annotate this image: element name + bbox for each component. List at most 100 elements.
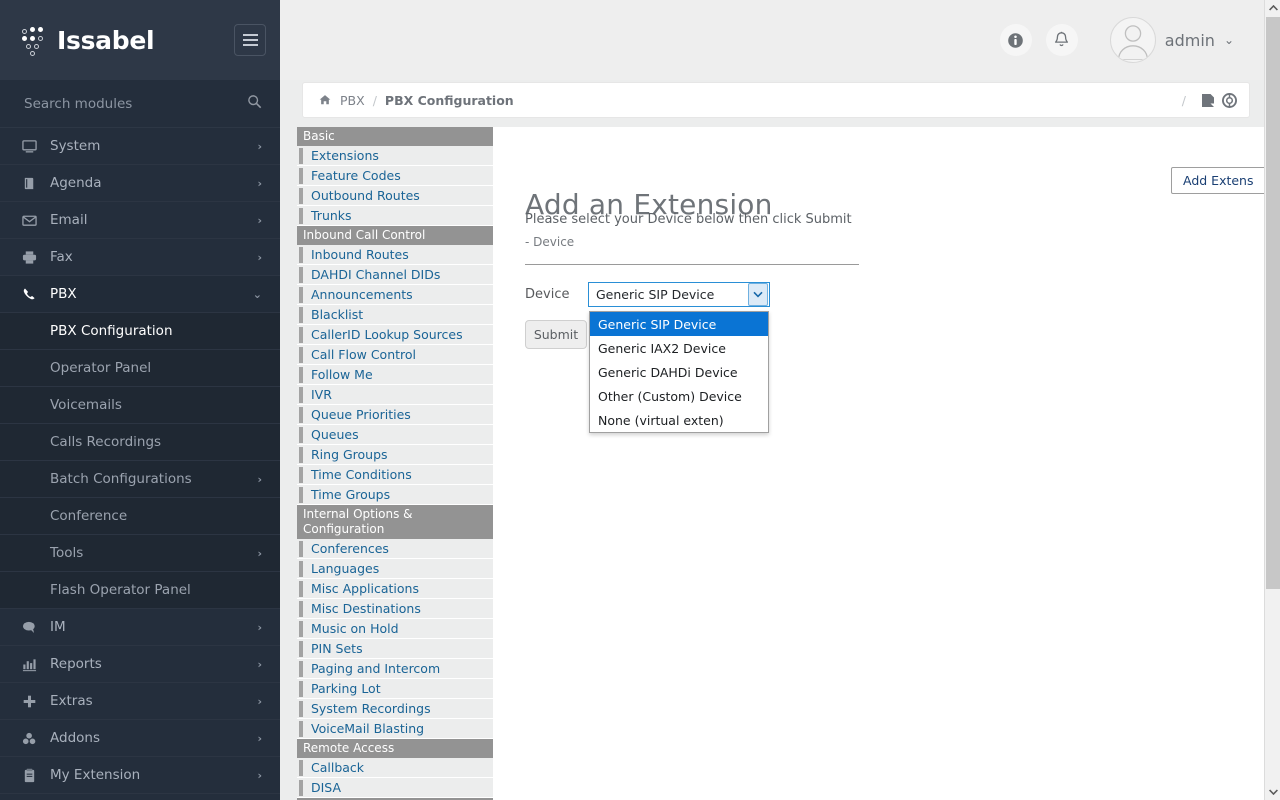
device-option-generic-dahdi-device[interactable]: Generic DAHDi Device <box>590 360 768 384</box>
pbx-menu-link[interactable]: Ring Groups <box>311 447 388 462</box>
pbx-menu-item-queue-priorities[interactable]: Queue Priorities <box>297 405 493 425</box>
pbx-menu-link[interactable]: Call Flow Control <box>311 347 416 362</box>
sidebar-item-pbx-configuration[interactable]: PBX Configuration <box>0 313 280 350</box>
pbx-menu-link[interactable]: Follow Me <box>311 367 373 382</box>
lifebuoy-help-icon[interactable] <box>1222 92 1237 108</box>
sidebar-item-tools[interactable]: Tools › <box>0 535 280 572</box>
pbx-menu-item-inbound-routes[interactable]: Inbound Routes <box>297 245 493 265</box>
pbx-menu-link[interactable]: Time Conditions <box>311 467 412 482</box>
pbx-menu-link[interactable]: Misc Destinations <box>311 601 421 616</box>
pbx-menu-item-time-groups[interactable]: Time Groups <box>297 485 493 505</box>
pbx-menu-link[interactable]: Trunks <box>311 208 352 223</box>
pbx-menu-item-callerid-lookup-sources[interactable]: CallerID Lookup Sources <box>297 325 493 345</box>
pbx-menu-link[interactable]: Time Groups <box>311 487 390 502</box>
pbx-menu-link[interactable]: Queues <box>311 427 359 442</box>
page-scrollbar[interactable] <box>1264 0 1280 800</box>
device-select-options[interactable]: Generic SIP Device Generic IAX2 Device Gen… <box>589 311 769 433</box>
pbx-menu-item-time-conditions[interactable]: Time Conditions <box>297 465 493 485</box>
pbx-menu-item-misc-applications[interactable]: Misc Applications <box>297 579 493 599</box>
sidebar-item-agenda[interactable]: Agenda › <box>0 165 280 202</box>
search-icon[interactable] <box>247 94 262 113</box>
sidebar-item-im[interactable]: IM › <box>0 609 280 646</box>
sidebar-item-operator-panel[interactable]: Operator Panel <box>0 350 280 387</box>
pbx-menu-link[interactable]: CallerID Lookup Sources <box>311 327 463 342</box>
home-icon[interactable] <box>319 94 331 106</box>
pbx-menu-link[interactable]: Misc Applications <box>311 581 419 596</box>
pbx-menu-item-parking-lot[interactable]: Parking Lot <box>297 679 493 699</box>
sidebar-item-calls-recordings[interactable]: Calls Recordings <box>0 424 280 461</box>
add-extension-button[interactable]: Add Extens <box>1171 167 1266 194</box>
pbx-menu-item-voicemail-blasting[interactable]: VoiceMail Blasting <box>297 719 493 739</box>
pbx-menu-item-ivr[interactable]: IVR <box>297 385 493 405</box>
pbx-menu-link[interactable]: Inbound Routes <box>311 247 409 262</box>
pbx-menu-link[interactable]: Languages <box>311 561 379 576</box>
sidebar-item-pbx[interactable]: PBX ⌄ <box>0 276 280 313</box>
pbx-menu-item-extensions[interactable]: Extensions <box>297 146 493 166</box>
search-modules[interactable] <box>0 80 280 128</box>
sidebar-item-addons[interactable]: Addons › <box>0 720 280 757</box>
pbx-menu-link[interactable]: Announcements <box>311 287 413 302</box>
scrollbar-up-arrow[interactable] <box>1265 0 1280 16</box>
pbx-menu-item-outbound-routes[interactable]: Outbound Routes <box>297 186 493 206</box>
pbx-menu-link[interactable]: Parking Lot <box>311 681 381 696</box>
pbx-menu-link[interactable]: Blacklist <box>311 307 363 322</box>
pbx-menu-link[interactable]: Outbound Routes <box>311 188 420 203</box>
pbx-menu-link[interactable]: IVR <box>311 387 332 402</box>
pbx-menu-item-trunks[interactable]: Trunks <box>297 206 493 226</box>
pbx-menu-item-dahdi-channel-dids[interactable]: DAHDI Channel DIDs <box>297 265 493 285</box>
pbx-menu-item-queues[interactable]: Queues <box>297 425 493 445</box>
info-icon[interactable] <box>999 24 1032 56</box>
breadcrumb-item-pbx[interactable]: PBX <box>340 93 365 108</box>
pbx-menu-link[interactable]: VoiceMail Blasting <box>311 721 424 736</box>
sidebar-item-reports[interactable]: Reports › <box>0 646 280 683</box>
sidebar-item-conference[interactable]: Conference <box>0 498 280 535</box>
pbx-menu-link[interactable]: Callback <box>311 760 364 775</box>
pbx-menu-link[interactable]: Music on Hold <box>311 621 399 636</box>
submit-button[interactable]: Submit <box>525 320 587 349</box>
pbx-menu-link[interactable]: Queue Priorities <box>311 407 411 422</box>
pbx-menu-item-system-recordings[interactable]: System Recordings <box>297 699 493 719</box>
sidebar-item-batch-configurations[interactable]: Batch Configurations › <box>0 461 280 498</box>
hamburger-icon[interactable] <box>234 24 266 56</box>
sidebar-item-email[interactable]: Email › <box>0 202 280 239</box>
pbx-menu-item-disa[interactable]: DISA <box>297 778 493 798</box>
pbx-menu-link[interactable]: Paging and Intercom <box>311 661 440 676</box>
pbx-menu-link[interactable]: PIN Sets <box>311 641 363 656</box>
pbx-menu-link[interactable]: System Recordings <box>311 701 431 716</box>
scrollbar-thumb[interactable] <box>1266 17 1280 589</box>
pbx-menu-link[interactable]: Conferences <box>311 541 389 556</box>
device-option-none-virtual-exten[interactable]: None (virtual exten) <box>590 408 768 432</box>
pbx-menu-item-conferences[interactable]: Conferences <box>297 539 493 559</box>
chevron-down-icon[interactable]: ⌄ <box>1224 33 1234 47</box>
pbx-menu-item-call-flow-control[interactable]: Call Flow Control <box>297 345 493 365</box>
page-icon[interactable] <box>1201 93 1215 108</box>
pbx-menu-item-pin-sets[interactable]: PIN Sets <box>297 639 493 659</box>
sidebar-item-system[interactable]: System › <box>0 128 280 165</box>
device-option-generic-iax2-device[interactable]: Generic IAX2 Device <box>590 336 768 360</box>
chevron-down-icon[interactable] <box>748 283 768 306</box>
pbx-menu-item-music-on-hold[interactable]: Music on Hold <box>297 619 493 639</box>
sidebar-item-my-extension[interactable]: My Extension › <box>0 757 280 794</box>
brand-logo[interactable]: Issabel <box>22 25 234 56</box>
pbx-menu-item-blacklist[interactable]: Blacklist <box>297 305 493 325</box>
pbx-menu-link[interactable]: DISA <box>311 780 341 795</box>
sidebar-item-flash-operator-panel[interactable]: Flash Operator Panel <box>0 572 280 609</box>
pbx-menu-item-announcements[interactable]: Announcements <box>297 285 493 305</box>
sidebar-item-voicemails[interactable]: Voicemails <box>0 387 280 424</box>
scrollbar-down-arrow[interactable] <box>1265 784 1280 800</box>
sidebar-item-fax[interactable]: Fax › <box>0 239 280 276</box>
pbx-menu-item-languages[interactable]: Languages <box>297 559 493 579</box>
sidebar-item-extras[interactable]: Extras › <box>0 683 280 720</box>
pbx-menu-link[interactable]: Extensions <box>311 148 379 163</box>
pbx-menu-item-misc-destinations[interactable]: Misc Destinations <box>297 599 493 619</box>
pbx-menu-item-paging-and-intercom[interactable]: Paging and Intercom <box>297 659 493 679</box>
device-select[interactable]: Generic SIP Device <box>588 282 770 307</box>
pbx-menu-link[interactable]: DAHDI Channel DIDs <box>311 267 440 282</box>
pbx-menu-link[interactable]: Feature Codes <box>311 168 401 183</box>
device-option-other-custom-device[interactable]: Other (Custom) Device <box>590 384 768 408</box>
device-option-generic-sip-device[interactable]: Generic SIP Device <box>590 312 768 336</box>
pbx-menu-item-feature-codes[interactable]: Feature Codes <box>297 166 493 186</box>
search-input[interactable] <box>22 94 247 113</box>
pbx-menu-item-callback[interactable]: Callback <box>297 758 493 778</box>
user-menu[interactable]: admin ⌄ <box>1109 17 1234 63</box>
